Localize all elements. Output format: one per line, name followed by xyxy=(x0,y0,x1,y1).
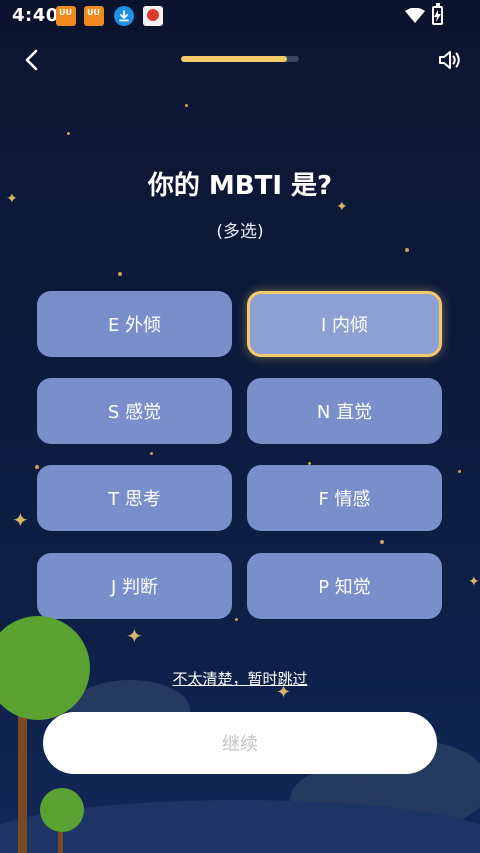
back-button[interactable] xyxy=(18,46,46,74)
battery-icon xyxy=(432,3,443,25)
option-label: J 判断 xyxy=(110,577,159,598)
option-e[interactable]: E 外倾 xyxy=(37,291,232,357)
progress-bar xyxy=(181,56,299,62)
star-decoration xyxy=(405,248,409,252)
continue-button[interactable]: 继续 xyxy=(43,712,437,774)
uu-badge-text: UU xyxy=(87,8,100,17)
star-decoration xyxy=(67,132,70,135)
status-time: 4:40 xyxy=(12,5,59,26)
sparkle-decoration: ✦ xyxy=(126,624,143,648)
option-label: S 感觉 xyxy=(107,402,162,423)
sparkle-decoration: ✦ xyxy=(336,199,348,215)
sound-button[interactable] xyxy=(436,46,464,74)
status-bar: 4:40 UU UU xyxy=(0,0,480,32)
option-label: F 情感 xyxy=(318,489,371,510)
tree-trunk xyxy=(18,700,27,853)
sparkle-decoration: ✦ xyxy=(12,508,29,532)
wifi-icon xyxy=(405,8,425,23)
uu-app-icon: UU xyxy=(84,6,104,26)
option-t[interactable]: T 思考 xyxy=(37,465,232,531)
option-label: T 思考 xyxy=(108,489,161,510)
skip-link[interactable]: 不太清楚，暂时跳过 xyxy=(0,668,480,689)
star-decoration xyxy=(458,470,461,473)
option-label: E 外倾 xyxy=(107,315,162,336)
option-p[interactable]: P 知觉 xyxy=(247,553,442,619)
option-i[interactable]: I 内倾 xyxy=(247,291,442,357)
option-n[interactable]: N 直觉 xyxy=(247,378,442,444)
star-decoration xyxy=(185,104,188,107)
speaker-icon xyxy=(439,51,460,69)
uu-badge-text: UU xyxy=(59,8,72,17)
star-decoration xyxy=(150,452,153,455)
option-label: I 内倾 xyxy=(320,315,369,336)
star-decoration xyxy=(380,540,384,544)
app-icon xyxy=(143,6,163,26)
progress-fill xyxy=(181,56,288,62)
star-decoration xyxy=(35,465,39,469)
sparkle-decoration: ✦ xyxy=(468,574,480,590)
tree-decoration xyxy=(40,788,84,832)
download-icon xyxy=(114,6,134,26)
continue-label: 继续 xyxy=(222,734,258,755)
question-subtitle: (多选) xyxy=(216,222,264,242)
option-label: N 直觉 xyxy=(316,402,373,423)
star-decoration xyxy=(118,272,122,276)
star-decoration xyxy=(235,618,238,621)
option-s[interactable]: S 感觉 xyxy=(37,378,232,444)
quiz-screen: 4:40 UU UU ✦ ✦ ✦ ✦ ✦ ✦ 你的 MBTI 是? (多选) E… xyxy=(0,0,480,853)
option-label: P 知觉 xyxy=(318,577,371,598)
option-f[interactable]: F 情感 xyxy=(247,465,442,531)
option-j[interactable]: J 判断 xyxy=(37,553,232,619)
uu-app-icon: UU xyxy=(56,6,76,26)
chevron-left-icon xyxy=(25,49,38,71)
question-title: 你的 MBTI 是? xyxy=(147,171,333,201)
